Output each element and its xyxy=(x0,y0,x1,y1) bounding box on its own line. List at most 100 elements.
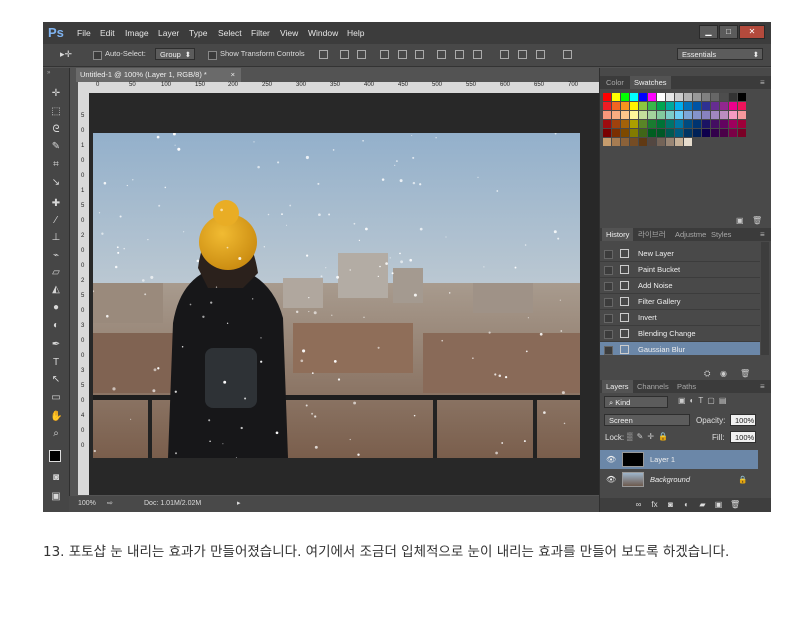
close-icon[interactable]: × xyxy=(231,68,235,82)
align-top-icon[interactable] xyxy=(319,50,328,59)
color-swatch[interactable] xyxy=(603,111,611,119)
blend-mode-dropdown[interactable]: Screen xyxy=(604,414,690,426)
history-checkbox[interactable] xyxy=(604,282,613,291)
color-swatch[interactable] xyxy=(666,111,674,119)
color-swatch[interactable] xyxy=(675,129,683,137)
color-swatch[interactable] xyxy=(729,93,737,101)
align-left-icon[interactable] xyxy=(380,50,389,59)
distribute-top-icon[interactable] xyxy=(437,50,446,59)
folder-icon[interactable]: ▰ xyxy=(698,500,707,509)
color-swatch[interactable] xyxy=(621,93,629,101)
color-swatch[interactable] xyxy=(612,138,620,146)
panel-menu-icon[interactable]: ≡ xyxy=(760,78,765,87)
history-item-paint-bucket[interactable]: Paint Bucket xyxy=(600,262,760,278)
pen-tool-icon[interactable]: ✒ xyxy=(50,339,62,351)
color-swatch[interactable] xyxy=(621,129,629,137)
menu-file[interactable]: File xyxy=(77,22,91,44)
document-tab[interactable]: Untitled-1 @ 100% (Layer 1, RGB/8) * × xyxy=(76,68,241,82)
color-swatch[interactable] xyxy=(603,102,611,110)
export-icon[interactable]: ⇨ xyxy=(107,496,113,512)
tab-history[interactable]: History xyxy=(602,228,634,241)
new-layer-icon[interactable]: ▣ xyxy=(714,500,723,509)
color-swatch[interactable] xyxy=(639,93,647,101)
trash-icon[interactable]: 🗑 xyxy=(740,369,750,378)
menu-select[interactable]: Select xyxy=(218,22,242,44)
distribute-hcenter-icon[interactable] xyxy=(518,50,527,59)
color-swatch[interactable] xyxy=(702,102,710,110)
color-swatch[interactable] xyxy=(675,93,683,101)
color-swatch[interactable] xyxy=(648,102,656,110)
color-swatch[interactable] xyxy=(621,102,629,110)
color-swatch[interactable] xyxy=(648,129,656,137)
color-swatch[interactable] xyxy=(693,129,701,137)
color-swatch[interactable] xyxy=(612,120,620,128)
color-swatch[interactable] xyxy=(603,129,611,137)
menu-edit[interactable]: Edit xyxy=(100,22,115,44)
color-swatch[interactable] xyxy=(702,111,710,119)
color-swatch[interactable] xyxy=(711,111,719,119)
align-vcenter-icon[interactable] xyxy=(340,50,349,59)
color-swatch[interactable] xyxy=(720,120,728,128)
color-swatch[interactable] xyxy=(675,138,683,146)
workspace-dropdown[interactable]: Essentials ⬍ xyxy=(677,48,763,60)
color-swatch[interactable] xyxy=(612,129,620,137)
color-swatch[interactable] xyxy=(702,129,710,137)
hand-tool-icon[interactable]: ✋ xyxy=(50,411,62,423)
history-checkbox[interactable] xyxy=(604,346,613,355)
panel-menu-icon[interactable]: ≡ xyxy=(760,382,765,391)
color-swatch[interactable] xyxy=(603,138,611,146)
color-swatch[interactable] xyxy=(666,138,674,146)
color-swatch[interactable] xyxy=(666,120,674,128)
color-swatch[interactable] xyxy=(630,102,638,110)
history-item-new-layer[interactable]: New Layer xyxy=(600,246,760,262)
color-swatch[interactable] xyxy=(612,102,620,110)
type-tool-icon[interactable]: T xyxy=(50,357,62,369)
panel-menu-icon[interactable]: ≡ xyxy=(760,230,765,239)
tab-libraries[interactable]: 라이브러 xyxy=(634,228,670,241)
color-swatch[interactable] xyxy=(621,120,629,128)
crop-tool-icon[interactable]: ⌗ xyxy=(50,159,62,171)
auto-select-dropdown[interactable]: Group ⬍ xyxy=(155,48,195,60)
color-swatch[interactable] xyxy=(648,120,656,128)
menu-type[interactable]: Type xyxy=(189,22,207,44)
link-icon[interactable]: ∞ xyxy=(634,500,643,509)
screen-mode-icon[interactable]: ▣ xyxy=(50,491,62,503)
color-swatch[interactable] xyxy=(702,120,710,128)
collapse-icon[interactable]: » xyxy=(47,70,50,76)
layer-row-background[interactable]: 👁 Background 🔒 xyxy=(600,470,758,489)
color-swatch[interactable] xyxy=(630,120,638,128)
color-swatch[interactable] xyxy=(693,111,701,119)
color-swatch[interactable] xyxy=(639,120,647,128)
eyedropper-tool-icon[interactable]: ↘ xyxy=(50,177,62,189)
color-swatch[interactable] xyxy=(657,93,665,101)
color-swatch[interactable] xyxy=(612,93,620,101)
shape-tool-icon[interactable]: ▭ xyxy=(50,392,62,404)
color-swatch[interactable] xyxy=(711,129,719,137)
zoom-tool-icon[interactable]: ⌕ xyxy=(50,428,62,440)
maximize-button[interactable]: □ xyxy=(719,25,738,39)
canvas-image[interactable] xyxy=(93,133,580,458)
quick-select-tool-icon[interactable]: ✎ xyxy=(50,141,62,153)
status-arrow-icon[interactable]: ▸ xyxy=(237,496,241,512)
tab-swatches[interactable]: Swatches xyxy=(630,76,671,89)
color-swatch[interactable] xyxy=(648,111,656,119)
color-swatch[interactable] xyxy=(720,102,728,110)
color-swatch[interactable] xyxy=(648,93,656,101)
color-swatch[interactable] xyxy=(684,120,692,128)
adjustment-icon[interactable]: ◐ xyxy=(682,500,691,509)
color-swatch[interactable] xyxy=(639,129,647,137)
history-checkbox[interactable] xyxy=(604,330,613,339)
auto-align-icon[interactable] xyxy=(563,50,572,59)
color-swatch[interactable] xyxy=(657,102,665,110)
color-swatch[interactable] xyxy=(603,93,611,101)
distribute-left-icon[interactable] xyxy=(500,50,509,59)
distribute-vcenter-icon[interactable] xyxy=(455,50,464,59)
distribute-right-icon[interactable] xyxy=(536,50,545,59)
color-swatch[interactable] xyxy=(684,129,692,137)
color-swatch[interactable] xyxy=(630,129,638,137)
color-swatch[interactable] xyxy=(693,120,701,128)
color-swatch[interactable] xyxy=(675,102,683,110)
color-swatch[interactable] xyxy=(702,93,710,101)
tab-color[interactable]: Color xyxy=(602,76,628,89)
color-swatch[interactable] xyxy=(684,111,692,119)
